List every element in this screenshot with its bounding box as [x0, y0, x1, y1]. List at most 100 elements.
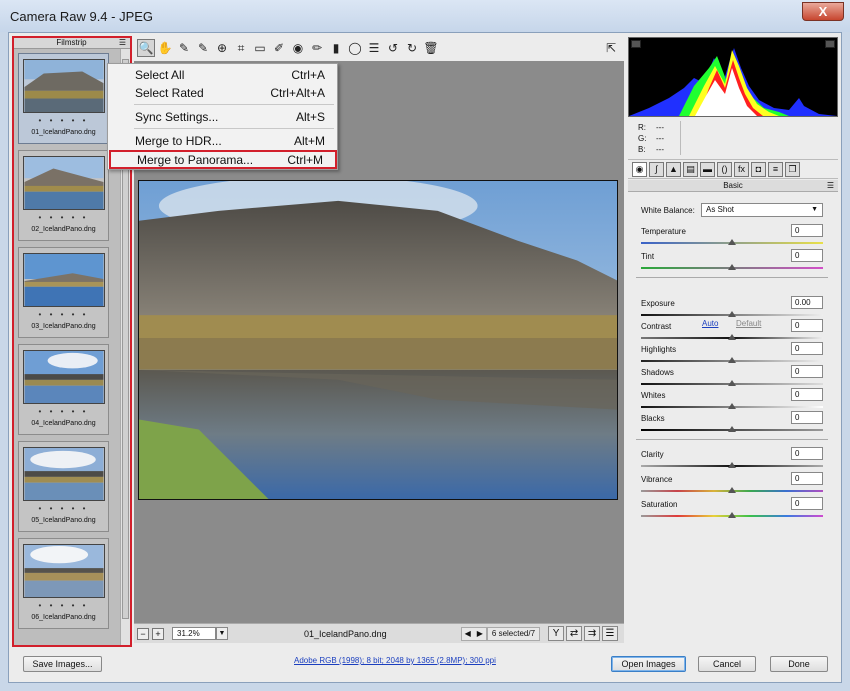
default-link[interactable]: Default	[736, 319, 761, 328]
next-image-icon[interactable]: ▶	[474, 629, 486, 638]
menu-item-label: Sync Settings...	[135, 110, 219, 124]
tab-split-toning-icon[interactable]: ▬	[700, 161, 715, 177]
slider-thumb[interactable]	[728, 512, 736, 518]
blue-readout-value: ---	[656, 145, 664, 154]
histogram-graph	[629, 48, 837, 116]
color-sampler-tool-icon[interactable]: ✎	[194, 39, 212, 57]
copy-settings-icon[interactable]: ⇉	[584, 626, 601, 641]
panel-tabs: ◉ ∫ ▲ ▤ ▬ () fx ◘ ≡ ❐	[628, 159, 838, 179]
slider-value-field[interactable]: 0	[791, 249, 823, 262]
basic-panel-title: Basic	[723, 181, 743, 190]
menu-item-merge-hdr[interactable]: Merge to HDR... Alt+M	[109, 132, 337, 150]
slider-value-field[interactable]: 0.00	[791, 296, 823, 309]
slider-thumb[interactable]	[728, 380, 736, 386]
slider-thumb[interactable]	[728, 334, 736, 340]
menu-separator	[134, 128, 334, 129]
menu-item-sync-settings[interactable]: Sync Settings... Alt+S	[109, 108, 337, 126]
tab-lens-icon[interactable]: ()	[717, 161, 732, 177]
slider-value-field[interactable]: 0	[791, 365, 823, 378]
slider-thumb[interactable]	[728, 487, 736, 493]
readout-divider	[680, 121, 681, 155]
tab-snapshots-icon[interactable]: ❐	[785, 161, 800, 177]
rotate-right-icon[interactable]: ↻	[403, 39, 421, 57]
tab-basic-icon[interactable]: ◉	[632, 161, 647, 177]
slider-label: Whites	[641, 391, 666, 400]
white-balance-tool-icon[interactable]: ✎	[175, 39, 193, 57]
swap-settings-icon[interactable]: ⇄	[566, 626, 583, 641]
zoom-in-button[interactable]: +	[152, 627, 164, 640]
fullscreen-icon[interactable]: ⇱	[602, 39, 620, 57]
slider-thumb[interactable]	[728, 403, 736, 409]
white-balance-select[interactable]: As Shot	[701, 203, 823, 217]
menu-item-shortcut: Ctrl+Alt+A	[270, 86, 325, 100]
zoom-out-button[interactable]: −	[137, 627, 149, 640]
menu-separator	[134, 104, 334, 105]
open-images-button[interactable]: Open Images	[611, 656, 686, 672]
green-readout-value: ---	[656, 134, 664, 143]
tab-detail-icon[interactable]: ▲	[666, 161, 681, 177]
zoom-level[interactable]: 31.2%	[172, 627, 216, 640]
slider-label: Highlights	[641, 345, 677, 354]
tab-presets-icon[interactable]: ≡	[768, 161, 783, 177]
graduated-filter-icon[interactable]: ▮	[327, 39, 345, 57]
title-bar: Camera Raw 9.4 - JPEG X	[0, 0, 850, 32]
zoom-dropdown-icon[interactable]: ▼	[216, 627, 228, 640]
slider-thumb[interactable]	[728, 357, 736, 363]
radial-filter-icon[interactable]: ◯	[346, 39, 364, 57]
tab-hsl-icon[interactable]: ▤	[683, 161, 698, 177]
preview-photo	[138, 180, 618, 500]
trash-icon[interactable]: 🗑	[422, 39, 440, 57]
slider-value-field[interactable]: 0	[791, 342, 823, 355]
adjustment-brush-icon[interactable]: ✏	[308, 39, 326, 57]
red-eye-tool-icon[interactable]: ◉	[289, 39, 307, 57]
slider-label: Vibrance	[641, 475, 673, 484]
spot-removal-tool-icon[interactable]: ✐	[270, 39, 288, 57]
slider-value-field[interactable]: 0	[791, 224, 823, 237]
histogram	[628, 37, 838, 117]
slider-thumb[interactable]	[728, 462, 736, 468]
targeted-adjustment-tool-icon[interactable]: ⊕	[213, 39, 231, 57]
slider-thumb[interactable]	[728, 426, 736, 432]
section-divider	[636, 439, 828, 440]
zoom-tool-icon[interactable]: 🔍	[137, 39, 155, 57]
menu-item-select-all[interactable]: Select All Ctrl+A	[109, 66, 337, 84]
slider-value-field[interactable]: 0	[791, 388, 823, 401]
slider-thumb[interactable]	[728, 239, 736, 245]
slider-thumb[interactable]	[728, 311, 736, 317]
toggle-settings-icon[interactable]: ☰	[602, 626, 619, 641]
slider-label: Exposure	[641, 299, 675, 308]
preferences-icon[interactable]: ☰	[365, 39, 383, 57]
done-button[interactable]: Done	[770, 656, 828, 672]
highlight-clipping-icon[interactable]	[825, 40, 835, 48]
straighten-tool-icon[interactable]: ▭	[251, 39, 269, 57]
crop-tool-icon[interactable]: ⌗	[232, 39, 250, 57]
cancel-button[interactable]: Cancel	[698, 656, 756, 672]
basic-panel-menu-icon[interactable]: ☰	[827, 181, 834, 190]
close-button[interactable]: X	[802, 2, 844, 21]
red-readout-value: ---	[656, 123, 664, 132]
slider-value-field[interactable]: 0	[791, 319, 823, 332]
before-after-y-icon[interactable]: Y	[548, 626, 565, 641]
filmstrip-context-menu: Select All Ctrl+A Select Rated Ctrl+Alt+A …	[107, 63, 338, 170]
shadow-clipping-icon[interactable]	[631, 40, 641, 48]
menu-item-label: Merge to Panorama...	[137, 152, 254, 167]
previous-image-icon[interactable]: ◀	[462, 629, 474, 638]
tab-fx-icon[interactable]: fx	[734, 161, 749, 177]
menu-item-select-rated[interactable]: Select Rated Ctrl+Alt+A	[109, 84, 337, 102]
slider-thumb[interactable]	[728, 264, 736, 270]
workflow-options-link[interactable]: Adobe RGB (1998); 8 bit; 2048 by 1365 (2…	[294, 656, 496, 665]
auto-link[interactable]: Auto	[702, 319, 718, 328]
slider-value-field[interactable]: 0	[791, 411, 823, 424]
slider-value-field[interactable]: 0	[791, 472, 823, 485]
rotate-left-icon[interactable]: ↺	[384, 39, 402, 57]
slider-value-field[interactable]: 0	[791, 497, 823, 510]
save-images-button[interactable]: Save Images...	[23, 656, 102, 672]
menu-item-shortcut: Alt+M	[293, 134, 325, 148]
menu-item-merge-panorama[interactable]: Merge to Panorama... Ctrl+M	[109, 150, 337, 169]
image-navigation: ◀ ▶	[460, 626, 487, 641]
white-balance-label: White Balance:	[641, 206, 695, 215]
hand-tool-icon[interactable]: ✋	[156, 39, 174, 57]
tab-tone-curve-icon[interactable]: ∫	[649, 161, 664, 177]
tab-camera-calibration-icon[interactable]: ◘	[751, 161, 766, 177]
slider-value-field[interactable]: 0	[791, 447, 823, 460]
